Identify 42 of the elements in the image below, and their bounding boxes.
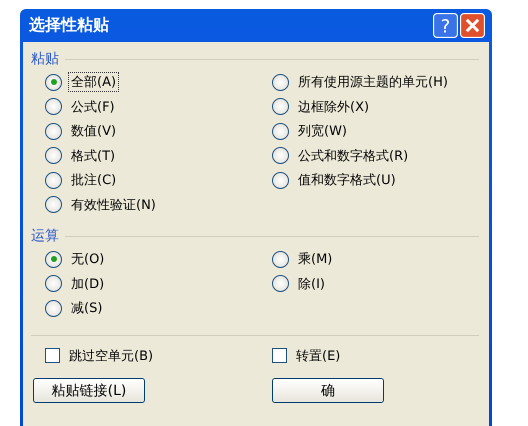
radio-button[interactable] xyxy=(272,122,289,140)
radio-button[interactable] xyxy=(45,172,62,189)
radio-button[interactable] xyxy=(45,98,62,116)
section-heading: 粘贴 xyxy=(31,50,59,68)
radio-button[interactable] xyxy=(272,147,289,164)
checkbox-option[interactable]: 跳过空单元(B) xyxy=(45,344,156,368)
radio-option[interactable]: 列宽(W) xyxy=(272,119,350,144)
radio-button[interactable] xyxy=(272,172,289,189)
radio-option[interactable]: 值和数字格式(U) xyxy=(272,168,399,192)
radio-button[interactable] xyxy=(45,300,62,317)
radio-button[interactable] xyxy=(272,250,289,268)
radio-option[interactable]: 有效性验证(N) xyxy=(45,192,159,217)
radio-option[interactable]: 加(D) xyxy=(45,272,108,296)
radio-button[interactable] xyxy=(272,74,289,91)
radio-option[interactable]: 所有使用源主题的单元(H) xyxy=(272,70,451,94)
radio-option[interactable]: 减(S) xyxy=(45,296,106,320)
radio-option[interactable]: 批注(C) xyxy=(45,168,120,192)
checkbox-option[interactable]: 转置(E) xyxy=(272,344,344,368)
radio-option[interactable]: 公式和数字格式(R) xyxy=(272,144,412,168)
radio-button[interactable] xyxy=(272,98,289,116)
radio-button[interactable] xyxy=(45,275,62,292)
checkbox[interactable] xyxy=(272,348,287,364)
radio-option[interactable]: 数值(V) xyxy=(45,119,120,144)
window-title: 选择性粘贴 xyxy=(29,15,109,36)
radio-button[interactable] xyxy=(45,74,62,91)
radio-button[interactable] xyxy=(45,250,62,268)
radio-option[interactable]: 乘(M) xyxy=(272,247,336,272)
dialog-button[interactable]: 确 xyxy=(272,378,384,403)
radio-option[interactable]: 公式(F) xyxy=(45,94,118,119)
radio-option[interactable]: 除(I) xyxy=(272,272,328,296)
help-button[interactable]: ? xyxy=(433,13,458,38)
close-button[interactable] xyxy=(460,13,485,38)
section-heading: 运算 xyxy=(31,227,59,245)
radio-button[interactable] xyxy=(272,275,289,292)
radio-button[interactable] xyxy=(45,147,62,164)
radio-option[interactable]: 格式(T) xyxy=(45,144,118,168)
radio-option[interactable]: 无(O) xyxy=(45,247,108,272)
radio-button[interactable] xyxy=(45,122,62,140)
radio-button[interactable] xyxy=(45,196,62,214)
dialog-button[interactable]: 粘贴链接(L) xyxy=(33,378,145,403)
radio-option[interactable]: 边框除外(X) xyxy=(272,94,372,119)
checkbox[interactable] xyxy=(45,348,60,364)
